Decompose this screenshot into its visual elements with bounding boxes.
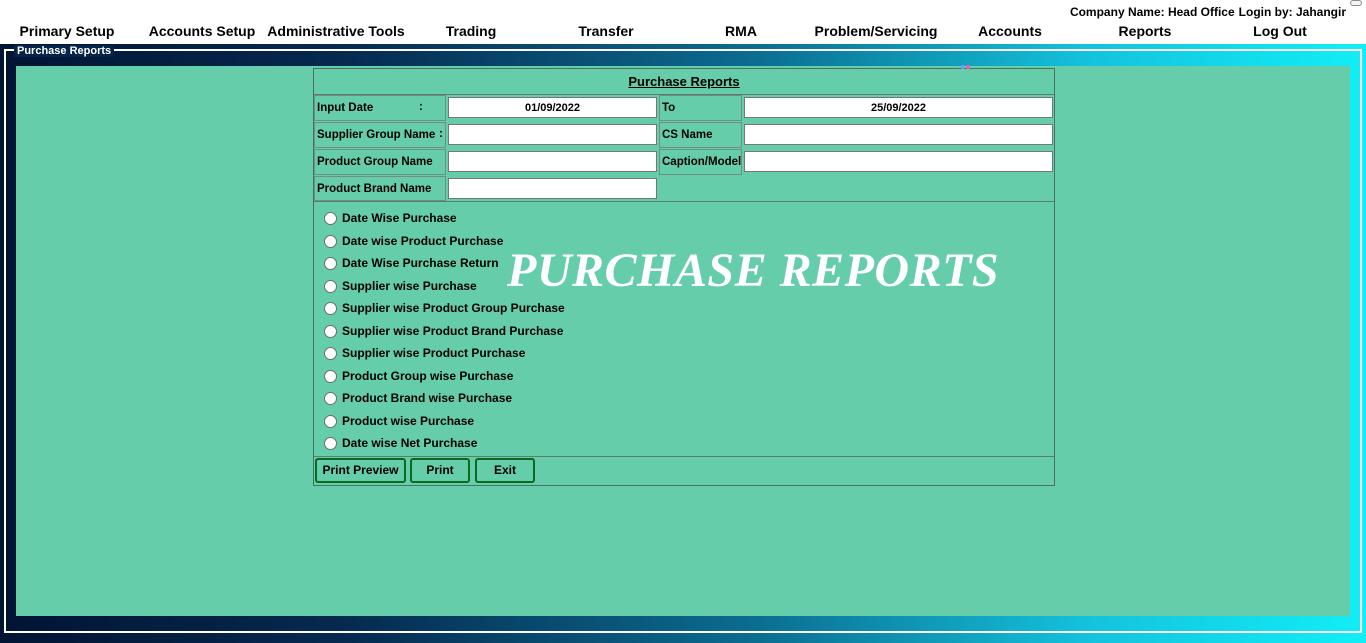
option-label: Date wise Net Purchase — [342, 436, 478, 450]
product-group-field[interactable] — [448, 151, 657, 172]
option-label: Date wise Product Purchase — [342, 234, 504, 248]
option-supplier-wise-product-group-purchase[interactable]: Supplier wise Product Group Purchase — [324, 300, 565, 316]
menu-accounts-setup[interactable]: Accounts Setup — [149, 23, 256, 39]
radio-button[interactable] — [324, 369, 337, 383]
menu-accounts[interactable]: Accounts — [978, 23, 1042, 39]
option-product-group-wise-purchase[interactable]: Product Group wise Purchase — [324, 368, 513, 384]
supplier-group-field[interactable] — [448, 124, 657, 145]
radio-button[interactable] — [324, 211, 337, 225]
menu-trading[interactable]: Trading — [446, 23, 497, 39]
radio-button[interactable] — [324, 346, 337, 360]
print-preview-button[interactable]: Print Preview — [315, 458, 406, 483]
cs-name-field[interactable] — [744, 124, 1053, 145]
input-date-colon: : — [419, 101, 423, 113]
product-group-label: Product Group Name — [314, 149, 446, 175]
decorative-dots — [961, 65, 973, 71]
menu-primary-setup[interactable]: Primary Setup — [20, 23, 115, 39]
option-label: Supplier wise Product Brand Purchase — [342, 324, 564, 338]
radio-button[interactable] — [324, 414, 337, 428]
option-date-wise-net-purchase[interactable]: Date wise Net Purchase — [324, 435, 477, 451]
option-label: Date Wise Purchase — [342, 211, 457, 225]
menu-log-out[interactable]: Log Out — [1253, 23, 1307, 39]
radio-button[interactable] — [324, 436, 337, 450]
exit-button[interactable]: Exit — [475, 458, 535, 483]
main-menu: Primary Setup Accounts Setup Administrat… — [0, 23, 1366, 43]
to-date-field[interactable] — [744, 97, 1053, 118]
login-user-label: Login by: Jahangir — [1238, 5, 1346, 19]
option-label: Supplier wise Product Purchase — [342, 346, 526, 360]
report-options-group: Date Wise Purchase Date wise Product Pur… — [314, 201, 1054, 457]
caption-model-field[interactable] — [744, 151, 1053, 172]
company-name-label: Company Name: Head Office — [1069, 5, 1235, 19]
radio-button[interactable] — [324, 324, 337, 338]
option-label: Supplier wise Product Group Purchase — [342, 301, 565, 315]
option-supplier-wise-product-brand-purchase[interactable]: Supplier wise Product Brand Purchase — [324, 323, 563, 339]
option-product-brand-wise-purchase[interactable]: Product Brand wise Purchase — [324, 390, 512, 406]
menu-reports[interactable]: Reports — [1119, 23, 1172, 39]
supplier-group-label: Supplier Group Name — [314, 122, 446, 148]
option-date-wise-product-purchase[interactable]: Date wise Product Purchase — [324, 233, 503, 249]
cs-name-label: CS Name — [659, 122, 742, 148]
input-date-field[interactable] — [448, 97, 657, 118]
to-date-label: To — [659, 95, 742, 121]
option-label: Date Wise Purchase Return — [342, 256, 499, 270]
top-bar: Company Name: Head Office Login by: Jahan… — [0, 0, 1366, 44]
window-toggle-control[interactable] — [1350, 0, 1362, 6]
supplier-group-colon: : — [439, 128, 443, 140]
radio-button[interactable] — [324, 256, 337, 270]
frame-legend: Purchase Reports — [14, 45, 115, 57]
radio-button[interactable] — [324, 301, 337, 315]
form-title: Purchase Reports — [628, 74, 740, 89]
product-brand-field[interactable] — [448, 178, 657, 199]
option-label: Product wise Purchase — [342, 414, 475, 428]
option-product-wise-purchase[interactable]: Product wise Purchase — [324, 413, 474, 429]
menu-rma[interactable]: RMA — [725, 23, 757, 39]
option-supplier-wise-product-purchase[interactable]: Supplier wise Product Purchase — [324, 345, 525, 361]
caption-model-label: Caption/Model — [659, 149, 742, 175]
option-date-wise-purchase[interactable]: Date Wise Purchase — [324, 210, 457, 226]
product-brand-label: Product Brand Name — [314, 176, 446, 201]
option-label: Supplier wise Purchase — [342, 279, 477, 293]
report-frame: Purchase Reports Purchase Reports Input … — [0, 44, 1366, 643]
input-date-label: Input Date — [314, 95, 446, 121]
menu-administrative-tools[interactable]: Administrative Tools — [267, 23, 404, 39]
print-button[interactable]: Print — [410, 458, 470, 483]
option-date-wise-purchase-return[interactable]: Date Wise Purchase Return — [324, 255, 499, 271]
radio-button[interactable] — [324, 234, 337, 248]
radio-button[interactable] — [324, 279, 337, 293]
content-area: Purchase Reports Input Date : To Supplie… — [16, 65, 1350, 616]
company-login-info: Company Name: Head Office Login by: Jahan… — [1070, 5, 1346, 19]
option-supplier-wise-purchase[interactable]: Supplier wise Purchase — [324, 278, 477, 294]
radio-button[interactable] — [324, 391, 337, 405]
purchase-reports-watermark: PURCHASE REPORTS — [507, 244, 1000, 297]
purchase-report-form: Purchase Reports Input Date : To Supplie… — [313, 65, 1055, 486]
menu-problem-servicing[interactable]: Problem/Servicing — [815, 23, 938, 39]
option-label: Product Brand wise Purchase — [342, 391, 513, 405]
menu-transfer[interactable]: Transfer — [578, 23, 633, 39]
option-label: Product Group wise Purchase — [342, 369, 514, 383]
